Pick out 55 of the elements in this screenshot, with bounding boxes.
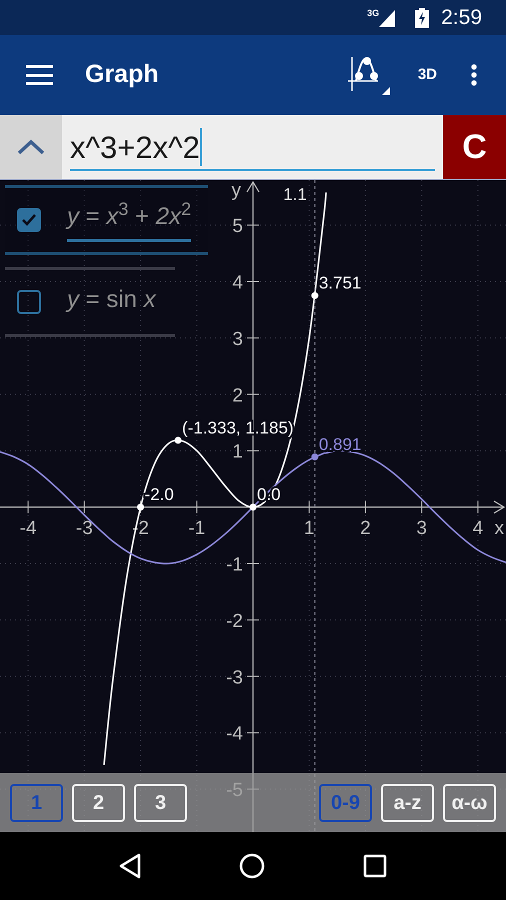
trace-x-label: 1.1: [283, 185, 307, 204]
keyboard-tab[interactable]: a-z: [381, 784, 434, 822]
text-cursor: [200, 128, 202, 166]
point-marker: [174, 436, 182, 444]
home-icon[interactable]: [239, 853, 265, 879]
clock: 2:59: [441, 4, 482, 31]
y-tick-label: 3: [232, 328, 243, 350]
y-tick-label: -2: [226, 610, 243, 632]
checkbox[interactable]: [17, 290, 41, 314]
x-tick-label: 4: [472, 518, 484, 540]
y-axis-label: y: [232, 180, 241, 201]
x-tick-label: -3: [76, 518, 93, 540]
collapse-button[interactable]: [0, 115, 62, 179]
function-expression: y = x$^{3}$ + 2x$^{2}$: [67, 198, 192, 242]
chevron-up-icon: [17, 139, 45, 155]
y-tick-label: -3: [226, 667, 243, 688]
y-tick-label: 4: [232, 272, 243, 294]
app-title: Graph: [85, 59, 159, 90]
3d-button[interactable]: 3D: [418, 64, 437, 86]
checkbox[interactable]: [17, 208, 41, 232]
more-options-icon[interactable]: [471, 64, 477, 86]
point-label: 3.751: [318, 274, 362, 293]
point-marker: [311, 292, 318, 300]
point-label: -2.0: [144, 485, 174, 504]
x-tick-label: 1: [304, 518, 314, 540]
recent-apps-icon[interactable]: [363, 854, 387, 878]
y-tick-label: -1: [226, 554, 243, 576]
x-tick-label: 3: [416, 518, 427, 540]
checkmark-icon: [22, 214, 36, 226]
point-label: 0.891: [318, 434, 362, 454]
x-tick-label: -1: [188, 518, 206, 540]
battery-icon: [415, 8, 430, 28]
keyboard-tab[interactable]: α-ω: [443, 784, 496, 822]
keyboard-tab[interactable]: 2: [72, 784, 125, 822]
x-axis-label: x: [494, 518, 504, 540]
back-icon[interactable]: [119, 853, 141, 879]
expression-field[interactable]: x^3+2x^2: [70, 125, 435, 171]
network-label: 3G: [367, 8, 380, 18]
y-tick-label: 1: [232, 442, 243, 463]
x-tick-label: 2: [360, 518, 371, 540]
clear-button[interactable]: C: [443, 115, 506, 179]
function-row[interactable]: y = x$^{3}$ + 2x$^{2}$: [5, 185, 208, 255]
function-expression: y = sin x: [67, 285, 156, 315]
y-tick-label: 5: [232, 216, 243, 238]
y-tick-label: -4: [226, 724, 243, 745]
point-marker: [250, 504, 256, 511]
x-tick-label: -4: [20, 518, 37, 540]
curve-points-icon[interactable]: [348, 55, 390, 95]
point-marker: [311, 453, 318, 460]
point-marker: [137, 504, 144, 511]
keyboard-tab[interactable]: 3: [134, 784, 187, 822]
menu-icon[interactable]: [26, 65, 53, 85]
y-tick-label: 2: [232, 385, 243, 406]
signal-icon: [379, 10, 396, 26]
function-row[interactable]: y = sin x: [5, 267, 175, 337]
